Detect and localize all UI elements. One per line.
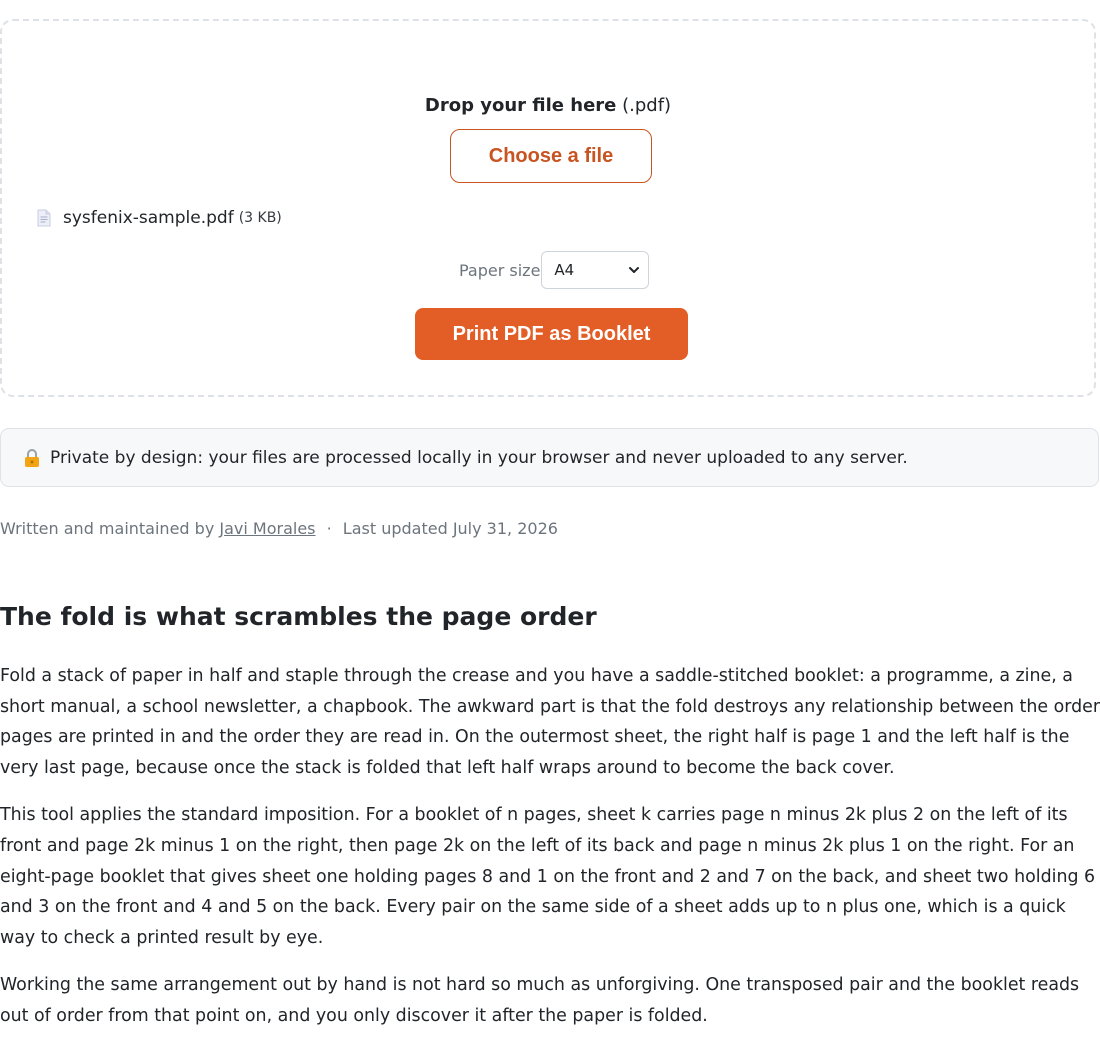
paper-size-value: A4 <box>554 261 575 279</box>
article-heading: The fold is what scrambles the page orde… <box>0 602 597 631</box>
byline-prefix: Written and maintained by <box>0 519 215 538</box>
file-dropzone[interactable]: Drop your file here (.pdf) Choose a file… <box>0 19 1096 397</box>
article-body: Fold a stack of paper in half and staple… <box>0 661 1100 1049</box>
paper-size-label: Paper size <box>459 260 541 280</box>
privacy-text: Private by design: your files are proces… <box>50 447 908 468</box>
byline: Written and maintained by Javi Morales ·… <box>0 519 558 538</box>
dropzone-title-extension: (.pdf) <box>622 95 672 116</box>
paper-size-control: Paper size A4 <box>459 251 650 289</box>
document-icon <box>37 209 51 227</box>
dropzone-title-strong: Drop your file here <box>424 95 617 116</box>
dropzone-title: Drop your file here (.pdf) <box>2 94 1094 118</box>
selected-file: sysfenix-sample.pdf (3 KB) <box>37 208 282 228</box>
article-paragraph: Working the same arrangement out by hand… <box>0 975 1080 1026</box>
lock-icon <box>25 448 39 467</box>
choose-file-button[interactable]: Choose a file <box>450 129 652 183</box>
file-name: sysfenix-sample.pdf <box>63 208 234 228</box>
paper-size-select[interactable]: A4 <box>541 251 650 289</box>
author-link[interactable]: Javi Morales <box>219 519 315 538</box>
article-paragraph: This tool applies the standard impositio… <box>0 805 1096 948</box>
chevron-down-icon <box>629 267 640 273</box>
last-updated: Last updated July 31, 2026 <box>342 519 558 538</box>
byline-separator: · <box>326 519 332 538</box>
privacy-notice: Private by design: your files are proces… <box>0 428 1099 487</box>
file-size: (3 KB) <box>238 210 282 226</box>
print-booklet-button[interactable]: Print PDF as Booklet <box>415 308 688 360</box>
article-paragraph: Fold a stack of paper in half and staple… <box>0 666 1100 778</box>
